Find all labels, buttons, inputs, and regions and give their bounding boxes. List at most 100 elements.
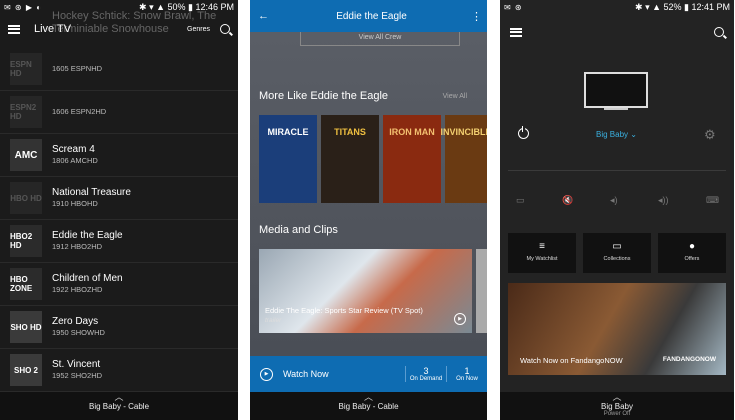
menu-icon[interactable] — [8, 24, 20, 34]
chevron-up-icon[interactable]: ︿ — [0, 392, 238, 402]
power-icon[interactable] — [518, 126, 529, 139]
channel-logo: AMC — [10, 139, 42, 171]
volume-down-icon[interactable]: ◂) — [610, 195, 618, 206]
count-label: On Demand — [409, 376, 443, 382]
on-demand-count[interactable]: 3 On Demand — [405, 366, 446, 382]
channel-logo: SHO HD — [10, 311, 42, 343]
status-bar: ✉ ⊛ ✱ ▾ ▲ 52% ▮ 12:41 PM — [500, 0, 734, 14]
play-icon[interactable]: ▶ — [454, 313, 466, 325]
app-header — [500, 20, 734, 44]
genres-button[interactable]: Genres — [187, 26, 210, 33]
tile-collections[interactable]: ▭ Collections — [583, 233, 651, 273]
channel-row[interactable]: HBO HD National Treasure 1910 HBOHD — [0, 177, 238, 220]
menu-icon[interactable] — [510, 27, 522, 37]
input-icon[interactable]: ▭ — [516, 195, 525, 206]
channel-row[interactable]: ESPN2 HD 1606 ESPN2HD — [0, 91, 238, 134]
page-title: Live TV — [34, 23, 72, 35]
view-all-link[interactable]: View All — [443, 93, 467, 100]
banner-brand-logo: FANDANGONOW — [662, 356, 716, 363]
channel-row[interactable]: AMC Scream 4 1806 AMCHD — [0, 134, 238, 177]
tile-offers[interactable]: ● Offers — [658, 233, 726, 273]
program-title: Scream 4 — [52, 144, 95, 155]
channel-row[interactable]: HBO ZONE Children of Men 1922 HBOZHD — [0, 263, 238, 306]
channel-logo: ESPN HD — [10, 53, 42, 85]
on-now-count[interactable]: 1 On Now — [446, 366, 487, 382]
search-icon[interactable] — [220, 24, 230, 34]
poster-iron-man[interactable]: IRON MAN — [383, 115, 441, 203]
status-icons: ✉ ⊛ — [504, 2, 523, 12]
device-caption: Big Baby - Cable — [338, 402, 399, 411]
count-value: 3 — [423, 366, 429, 376]
program-title: Eddie the Eagle — [52, 230, 123, 241]
watch-now-bar[interactable]: ▶ Watch Now 3 On Demand 1 On Now — [250, 356, 487, 392]
mute-icon[interactable]: 🔇 — [562, 195, 573, 206]
poster-miracle[interactable]: MIRACLE — [259, 115, 317, 203]
search-icon[interactable] — [714, 27, 724, 37]
divider — [508, 170, 726, 171]
play-circle-icon[interactable]: ▶ — [260, 367, 273, 381]
channel-row[interactable]: ESPN HD 1605 ESPNHD — [0, 48, 238, 91]
offers-icon: ● — [688, 241, 696, 252]
device-bar[interactable]: ︿ Big Baby Power Off — [500, 392, 734, 420]
live-tv-screen: ✉ ⊛ ▶ ◐ ✱ ▾ ▲ 50% ▮ 12:46 PM Hockey Scht… — [0, 0, 238, 420]
banner-caption: Watch Now on FandangoNOW — [520, 356, 623, 365]
program-title: Children of Men — [52, 273, 123, 284]
channel-number: 1950 SHOWHD — [52, 328, 105, 337]
channel-row[interactable]: HBO2 HD Eddie the Eagle 1912 HBO2HD — [0, 220, 238, 263]
channel-logo: SHO 2 — [10, 354, 42, 386]
app-header: ← Eddie the Eagle ⋮ — [250, 0, 487, 32]
app-header: Live TV Genres — [0, 14, 238, 44]
count-label: On Now — [456, 376, 478, 382]
program-title: National Treasure — [52, 187, 131, 198]
channel-list: ESPN HD 1605 ESPNHD ESPN2 HD 1606 ESPN2H… — [0, 48, 238, 392]
channel-row[interactable]: SHO HD Zero Days 1950 SHOWHD — [0, 306, 238, 349]
channel-number: 1605 ESPNHD — [52, 64, 103, 73]
promo-banner[interactable]: Watch Now on FandangoNOW FANDANGONOW — [508, 283, 726, 375]
device-selector[interactable]: Big Baby ⌄ — [596, 130, 637, 139]
watchlist-icon: ≡ — [539, 241, 545, 252]
volume-up-icon[interactable]: ◂)) — [658, 195, 669, 206]
channel-number: 1910 HBOHD — [52, 199, 98, 208]
status-bar: ✉ ⊛ ▶ ◐ ✱ ▾ ▲ 50% ▮ 12:46 PM — [0, 0, 238, 14]
channel-number: 1952 SHO2HD — [52, 371, 103, 380]
tv-icon — [584, 72, 648, 108]
media-clips-heading: Media and Clips — [259, 224, 338, 236]
clip-card-next[interactable] — [476, 249, 487, 333]
view-all-crew-button[interactable]: View All Crew — [300, 32, 460, 46]
channel-logo: HBO2 HD — [10, 225, 42, 257]
back-arrow-icon[interactable]: ← — [258, 10, 272, 22]
channel-number: 1606 ESPN2HD — [52, 107, 107, 116]
device-bar[interactable]: ︿ Big Baby - Cable — [250, 392, 487, 420]
program-title: St. Vincent — [52, 359, 101, 370]
clip-card[interactable]: Eddie The Eagle: Sports Star Review (TV … — [259, 249, 472, 333]
gear-icon[interactable]: ⚙ — [704, 128, 716, 141]
channel-row[interactable]: SHO 2 St. Vincent 1952 SHO2HD — [0, 349, 238, 392]
watch-now-label[interactable]: Watch Now — [283, 369, 405, 379]
clip-type: trailer — [265, 317, 282, 324]
chevron-up-icon[interactable]: ︿ — [500, 392, 734, 402]
more-vert-icon[interactable]: ⋮ — [471, 10, 482, 23]
channel-number: 1922 HBOZHD — [52, 285, 103, 294]
keyboard-icon[interactable]: ⌨ — [706, 195, 719, 206]
poster-invincible[interactable]: INVINCIBLE — [441, 115, 487, 203]
page-title: Eddie the Eagle — [336, 10, 407, 22]
collections-icon: ▭ — [612, 241, 622, 252]
tv-stand — [604, 108, 628, 110]
status-info: ✱ ▾ ▲ 50% ▮ 12:46 PM — [139, 1, 234, 12]
channel-number: 1806 AMCHD — [52, 156, 98, 165]
count-value: 1 — [464, 366, 470, 376]
status-icons: ✉ ⊛ ▶ ◐ — [4, 2, 43, 12]
more-like-heading: More Like Eddie the Eagle — [259, 90, 389, 102]
detail-content: View All Crew More Like Eddie the Eagle … — [250, 32, 487, 392]
status-info: ✱ ▾ ▲ 52% ▮ 12:41 PM — [635, 1, 730, 12]
title-detail-screen: ← Eddie the Eagle ⋮ View All Crew More L… — [250, 0, 487, 420]
device-caption: Big Baby — [600, 402, 634, 411]
tile-label: Offers — [684, 256, 700, 262]
chevron-up-icon[interactable]: ︿ — [250, 392, 487, 402]
poster-titans[interactable]: TITANS — [321, 115, 379, 203]
device-bar[interactable]: ︿ Big Baby - Cable — [0, 392, 238, 420]
tile-my-watchlist[interactable]: ≡ My Watchlist — [508, 233, 576, 273]
channel-logo: HBO ZONE — [10, 268, 42, 300]
channel-logo: HBO HD — [10, 182, 42, 214]
channel-number: 1912 HBO2HD — [52, 242, 103, 251]
